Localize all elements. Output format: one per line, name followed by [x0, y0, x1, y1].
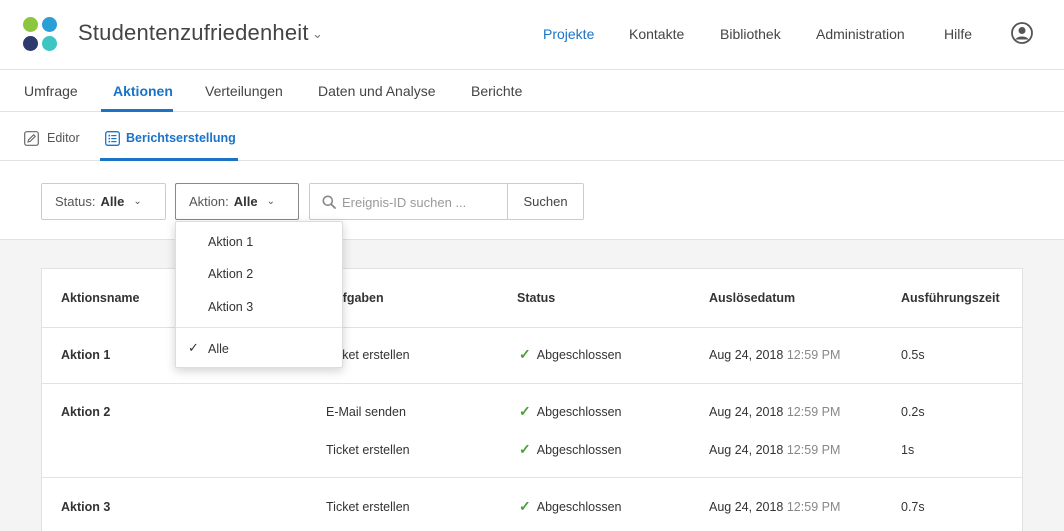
table-row-name[interactable]: Aktion 3 [61, 500, 110, 514]
table-row-task: Ticket erstellen [326, 443, 410, 457]
checkmark-icon: ✓ [188, 340, 199, 355]
table-row-name[interactable]: Aktion 2 [61, 405, 110, 419]
menu-item-aktion-2[interactable]: Aktion 2 [208, 267, 253, 281]
top-bar: Studentenzufriedenheit ⌄ Projekte Kontak… [0, 0, 1064, 70]
menu-item-alle[interactable]: Alle [208, 342, 229, 356]
checkmark-icon: ✓ [519, 403, 531, 419]
sub-tabs: Editor Berichtserstellung [0, 112, 1064, 161]
checkmark-icon: ✓ [519, 346, 531, 362]
table-row-date: Aug 24, 2018 12:59 PM [709, 443, 841, 457]
nav-bibliothek[interactable]: Bibliothek [720, 26, 781, 42]
status-filter-dropdown[interactable]: Status: Alle ⌄ [41, 183, 166, 220]
checkmark-icon: ✓ [519, 441, 531, 457]
project-title[interactable]: Studentenzufriedenheit [78, 20, 309, 46]
filter-bar: Status: Alle ⌄ Aktion: Alle ⌄ Suchen [0, 161, 1064, 240]
table-row-status: ✓ Abgeschlossen [519, 498, 622, 514]
table-row-date: Aug 24, 2018 12:59 PM [709, 348, 841, 362]
menu-item-aktion-3[interactable]: Aktion 3 [208, 300, 253, 314]
status-filter-label: Status: [55, 194, 96, 209]
chevron-down-icon: ⌄ [133, 196, 142, 207]
chevron-down-icon[interactable]: ⌄ [312, 26, 323, 42]
subtab-berichtserstellung[interactable]: Berichtserstellung [126, 131, 236, 145]
chevron-down-icon: ⌄ [266, 196, 275, 207]
list-report-icon [105, 131, 120, 146]
main-tabs: Umfrage Aktionen Verteilungen Daten und … [0, 70, 1064, 112]
menu-item-aktion-1[interactable]: Aktion 1 [208, 235, 253, 249]
qualtrics-logo-icon[interactable] [23, 17, 59, 53]
tab-umfrage[interactable]: Umfrage [24, 83, 78, 99]
tab-verteilungen[interactable]: Verteilungen [205, 83, 283, 99]
table-row-name[interactable]: Aktion 1 [61, 348, 110, 362]
nav-projekte[interactable]: Projekte [543, 26, 594, 42]
action-filter-label: Aktion: [189, 194, 229, 209]
status-filter-value: Alle [100, 194, 125, 209]
table-row-duration: 1s [901, 443, 915, 457]
nav-hilfe[interactable]: Hilfe [944, 26, 972, 42]
pencil-icon [24, 131, 39, 146]
column-header-ausfuehrungszeit[interactable]: Ausführungszeit [901, 291, 1000, 305]
divider [42, 383, 1022, 384]
action-filter-dropdown[interactable]: Aktion: Alle ⌄ [175, 183, 299, 220]
table-row-status: ✓ Abgeschlossen [519, 403, 622, 419]
nav-administration[interactable]: Administration [816, 26, 905, 42]
nav-kontakte[interactable]: Kontakte [629, 26, 684, 42]
table-row-task: Ticket erstellen [326, 500, 410, 514]
table-row-date: Aug 24, 2018 12:59 PM [709, 405, 841, 419]
table-row-date: Aug 24, 2018 12:59 PM [709, 500, 841, 514]
event-id-search-input[interactable] [342, 193, 502, 211]
action-filter-menu: Aktion 1 Aktion 2 Aktion 3 ✓ Alle [175, 221, 343, 368]
tab-berichte[interactable]: Berichte [471, 83, 522, 99]
column-header-aktionsname[interactable]: Aktionsname [61, 291, 140, 305]
search-button[interactable]: Suchen [507, 183, 584, 220]
table-row-duration: 0.7s [901, 500, 925, 514]
tab-daten-und-analyse[interactable]: Daten und Analyse [318, 83, 436, 99]
table-row-task: E-Mail senden [326, 405, 406, 419]
table-row-status: ✓ Abgeschlossen [519, 441, 622, 457]
divider [42, 477, 1022, 478]
action-filter-value: Alle [233, 194, 258, 209]
search-box [309, 183, 508, 220]
table-row-duration: 0.5s [901, 348, 925, 362]
menu-divider [176, 327, 342, 328]
tab-aktionen[interactable]: Aktionen [113, 83, 173, 99]
column-header-ausloesedatum[interactable]: Auslösedatum [709, 291, 795, 305]
table-row-duration: 0.2s [901, 405, 925, 419]
checkmark-icon: ✓ [519, 498, 531, 514]
search-icon [322, 195, 336, 209]
table-row-status: ✓ Abgeschlossen [519, 346, 622, 362]
column-header-status[interactable]: Status [517, 291, 555, 305]
user-avatar-icon[interactable] [1011, 22, 1033, 44]
subtab-editor[interactable]: Editor [47, 131, 80, 145]
